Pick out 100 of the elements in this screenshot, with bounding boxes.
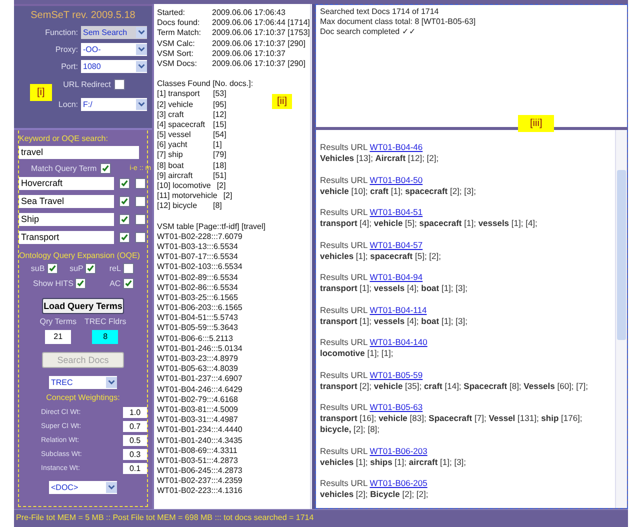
vsm-row: WT01-B03-23:::4.8979 xyxy=(157,354,238,363)
result-link[interactable]: WT01-B04-114 xyxy=(370,304,427,314)
search-field[interactable]: travel xyxy=(19,146,139,159)
vsm-row: WT01-B03-51:::4.2873 xyxy=(157,456,238,465)
vsm-row: WT01-B04-51:::5.5743 xyxy=(157,313,238,322)
dropdown[interactable]: TREC xyxy=(49,376,117,389)
class-name: [12] bicycle xyxy=(157,201,198,212)
checkbox[interactable] xyxy=(46,263,58,274)
weight-field[interactable]: 1.0 xyxy=(123,406,147,418)
results-url-label: Results URL xyxy=(320,207,368,217)
vsm-row: WT01-B02-223:::4.1316 xyxy=(157,486,242,496)
panel-label: [ii] xyxy=(272,94,292,109)
result-link[interactable]: WT01-B04-94 xyxy=(370,272,423,282)
counter-label: TREC Fldrs xyxy=(84,317,126,326)
results-url-label: Results URL xyxy=(320,240,368,250)
log-value: 2009.06.06 17:06:44 [1714] xyxy=(212,18,310,28)
checkbox-label: suP xyxy=(70,264,84,273)
caret-icon xyxy=(106,482,117,493)
class-name: [2] vehicle xyxy=(157,100,194,110)
result-classes: transport [16]; vehicle [83]; Spacecraft [7]; Vessel [131]; ship [176]; bicycle, [2]; [8]; xyxy=(320,413,584,435)
dropdown[interactable]: F:/ xyxy=(81,98,147,111)
result-classes: vehicle [10]; craft [1]; spacecraft [2]; [3]; xyxy=(320,186,477,196)
checkbox[interactable] xyxy=(75,278,86,289)
term-field[interactable]: Transport xyxy=(19,231,114,244)
vsm-row: WT01-B08-69:::4.3311 xyxy=(157,446,238,455)
weight-field[interactable]: 0.7 xyxy=(123,420,147,432)
results-url-label: Results URL xyxy=(320,174,368,184)
result-link[interactable]: WT01-B04-140 xyxy=(370,337,428,347)
vsm-row: WT01-B01-237:::4.6907 xyxy=(157,374,242,384)
caret-icon xyxy=(136,99,147,110)
vsm-row: WT01-B02-89:::6.5534 xyxy=(157,272,238,282)
term-field[interactable]: Sea Travel xyxy=(19,195,114,208)
checkbox[interactable] xyxy=(85,263,96,274)
vsm-row: WT01-B02-86:::6.5534 xyxy=(157,282,238,292)
checkbox[interactable] xyxy=(119,196,130,207)
checkbox-label: Show HITS xyxy=(33,279,74,288)
log-value: 2009.06.06 17:10:37 xyxy=(212,48,286,58)
log-value: 2009.06.06 17:10:37 [290] xyxy=(212,38,306,48)
class-count: [54] xyxy=(213,130,226,140)
class-count: [12] xyxy=(213,110,226,119)
checkbox[interactable] xyxy=(135,232,146,243)
class-count: [2] xyxy=(223,191,232,200)
log-label: VSM Calc: xyxy=(157,38,196,49)
class-count: [1] xyxy=(213,140,222,150)
checkbox[interactable] xyxy=(135,214,146,225)
vsm-row: WT01-B02-103:::6.5534 xyxy=(157,262,242,272)
class-name: [6] yacht xyxy=(157,140,188,150)
dropdown[interactable]: 1080 xyxy=(81,60,147,73)
term-field[interactable]: Ship xyxy=(19,213,114,226)
checkbox[interactable] xyxy=(135,178,146,189)
app-title: SemSeT rev. 2009.5.18 xyxy=(30,10,136,21)
result-classes: transport [1]; vessels [4]; boat [1]; [3]; xyxy=(320,283,468,294)
vsm-row: WT01-B01-246:::5.0134 xyxy=(157,344,242,353)
vsm-row: WT01-B03-31:::4.4987 xyxy=(157,415,238,424)
checkbox[interactable] xyxy=(122,263,134,274)
class-name: [11] motorvehicle xyxy=(157,191,218,202)
result-classes: transport [2]; vehicle [35]; craft [14]; Spacecraft [8]; Vessels [60]; [7]; xyxy=(320,380,589,392)
checkbox[interactable] xyxy=(119,232,130,243)
section-label: Concept Weightings: xyxy=(45,393,121,402)
class-name: [10] locomotive xyxy=(157,181,211,192)
class-count: [2] xyxy=(216,181,226,190)
caret-icon xyxy=(136,44,147,55)
results-url-label: Results URL xyxy=(320,446,368,456)
load-query-terms-button[interactable]: Load Query Terms xyxy=(42,298,124,314)
term-field[interactable]: Hovercraft xyxy=(19,177,114,190)
vsm-row: WT01-B06-6:::5.2113 xyxy=(157,334,233,343)
dropdown[interactable]: <DOC> xyxy=(49,481,117,494)
result-link[interactable]: WT01-B04-50 xyxy=(370,174,423,184)
field-label: Port: xyxy=(61,62,78,71)
field-label: Locn: xyxy=(58,100,78,109)
checkbox[interactable] xyxy=(114,79,125,90)
results-url-label: Results URL xyxy=(320,402,368,412)
weight-field[interactable]: 0.5 xyxy=(123,434,147,446)
section-label: Ontology Query Expansion (OQE) xyxy=(19,251,141,260)
weight-field[interactable]: 0.1 xyxy=(123,462,147,474)
checkbox-label: reL xyxy=(109,264,121,273)
result-link[interactable]: WT01-B04-46 xyxy=(370,142,423,152)
result-link[interactable]: WT01-B05-59 xyxy=(370,370,423,380)
class-name: [9] aircraft xyxy=(157,170,194,182)
checkbox[interactable] xyxy=(100,163,111,174)
results-url-label: Results URL xyxy=(320,272,368,282)
result-link[interactable]: WT01-B06-205 xyxy=(370,478,428,488)
checkbox[interactable] xyxy=(135,196,146,207)
dropdown[interactable]: Sem Search xyxy=(81,26,147,39)
checkbox[interactable] xyxy=(119,214,130,225)
result-link[interactable]: WT01-B04-51 xyxy=(370,207,423,217)
result-link[interactable]: WT01-B04-57 xyxy=(370,240,423,250)
counter-value: 8 xyxy=(92,330,118,344)
result-link[interactable]: WT01-B05-63 xyxy=(370,402,423,412)
result-link[interactable]: WT01-B06-203 xyxy=(370,446,428,456)
checkbox[interactable] xyxy=(119,178,130,189)
panel-label: [i] xyxy=(30,84,52,101)
checkbox[interactable] xyxy=(122,278,134,289)
class-count: [95] xyxy=(213,100,226,108)
classes-heading: Classes Found [No. docs.]: xyxy=(157,79,254,88)
dropdown[interactable]: -OO- xyxy=(81,43,147,56)
weight-field[interactable]: 0.3 xyxy=(123,448,147,460)
vsm-row: WT01-B05-59:::5.3643 xyxy=(157,323,238,332)
vsm-row: WT01-B02-79:::4.6168 xyxy=(157,394,238,404)
vsm-row: WT01-B01-234:::4.4440 xyxy=(157,425,242,434)
